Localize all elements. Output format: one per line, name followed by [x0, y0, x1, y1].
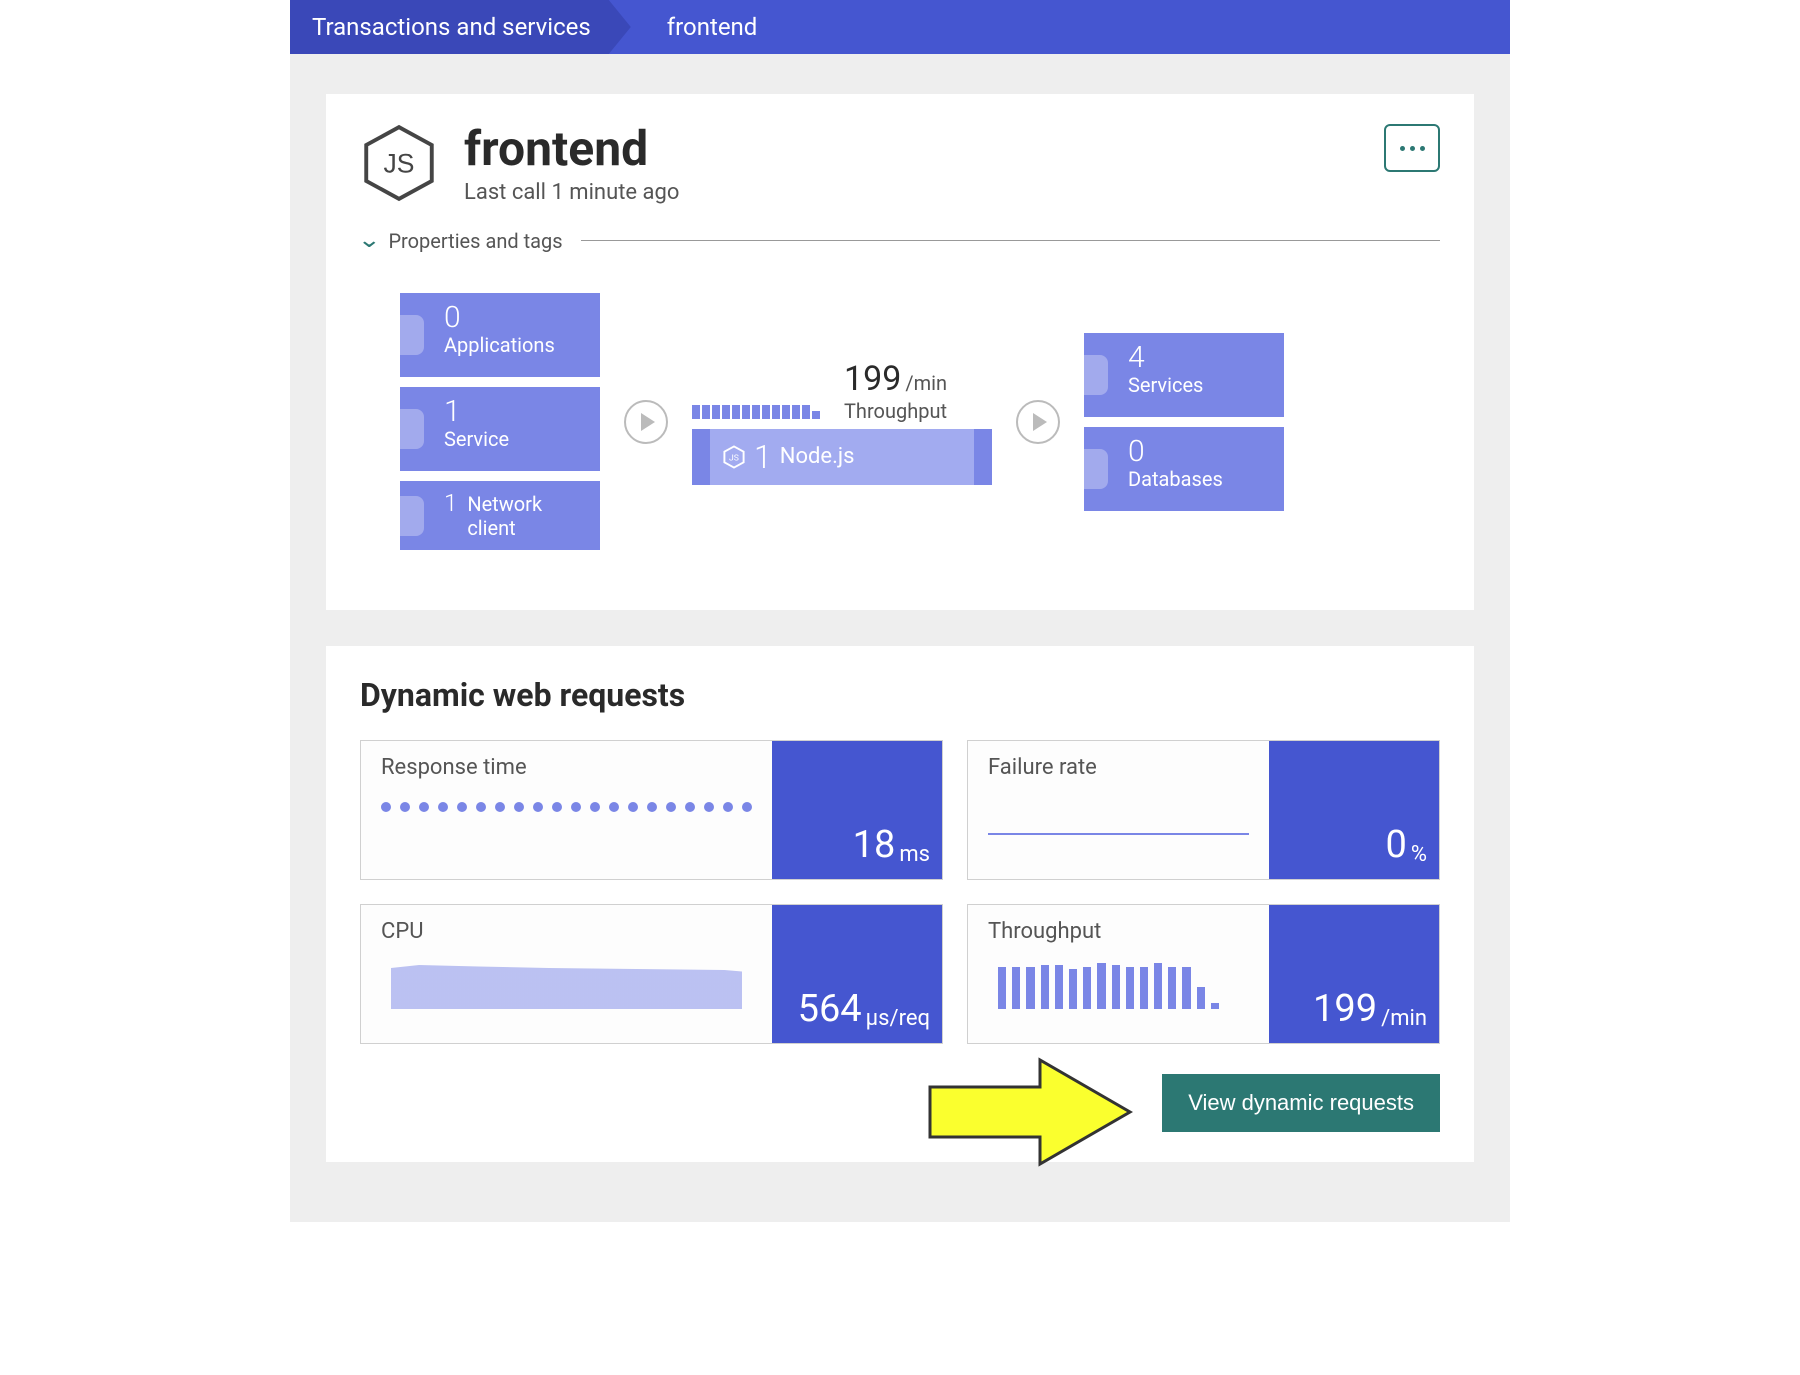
- chevron-down-icon: ⌄: [357, 228, 381, 253]
- dynamic-requests-card: Dynamic web requests Response time: [326, 646, 1474, 1162]
- response-time-chart: [381, 790, 752, 865]
- tile-databases-label: Databases: [1128, 467, 1270, 491]
- throughput-readout: 199/min Throughput: [844, 359, 947, 423]
- tile-network-label: Network client: [467, 492, 586, 540]
- nodejs-icon: JS: [722, 445, 746, 469]
- gear-icon: [1082, 355, 1108, 395]
- play-icon: [1033, 413, 1047, 431]
- node-tech: Node.js: [780, 444, 855, 469]
- metric-response-time[interactable]: Response time 18ms: [360, 740, 943, 880]
- svg-text:JS: JS: [384, 148, 415, 178]
- tile-databases[interactable]: 0 Databases: [1084, 427, 1284, 511]
- database-icon: [1082, 449, 1108, 489]
- page: JS frontend Last call 1 minute ago ⌄ Pro…: [290, 54, 1510, 1222]
- throughput-label: Throughput: [844, 399, 947, 423]
- play-right-button[interactable]: [1016, 400, 1060, 444]
- throughput-chart: [988, 954, 1249, 1029]
- node-count: 1: [754, 438, 772, 476]
- metric-label: Response time: [381, 755, 752, 780]
- tile-applications-label: Applications: [444, 333, 586, 357]
- play-left-button[interactable]: [624, 400, 668, 444]
- tile-applications[interactable]: 0 Applications: [400, 293, 600, 377]
- nodejs-icon: JS: [360, 124, 438, 206]
- breadcrumb-leaf[interactable]: frontend: [631, 0, 780, 54]
- svg-text:JS: JS: [729, 453, 739, 463]
- breadcrumb: Transactions and services frontend: [290, 0, 1510, 54]
- metric-unit: ms: [899, 842, 930, 867]
- service-header-card: JS frontend Last call 1 minute ago ⌄ Pro…: [326, 94, 1474, 610]
- cpu-chart: [381, 954, 752, 1029]
- annotation-arrow-icon: [920, 1052, 1140, 1172]
- throughput-sparkline: [692, 389, 820, 419]
- metric-unit: µs/req: [866, 1006, 930, 1031]
- metric-label: Failure rate: [988, 755, 1249, 780]
- properties-label: Properties and tags: [388, 229, 562, 253]
- properties-toggle[interactable]: ⌄ Properties and tags: [360, 228, 1440, 253]
- more-menu-button[interactable]: [1384, 124, 1440, 172]
- app-root: Transactions and services frontend JS fr…: [290, 0, 1510, 1222]
- throughput-value: 199: [844, 359, 901, 399]
- ellipsis-icon: [1400, 146, 1405, 151]
- tile-service[interactable]: 1 Service: [400, 387, 600, 471]
- tile-databases-value: 0: [1128, 437, 1270, 467]
- breadcrumb-root[interactable]: Transactions and services: [290, 0, 631, 54]
- throughput-unit: /min: [905, 371, 947, 395]
- tile-service-label: Service: [444, 427, 586, 451]
- tile-applications-value: 0: [444, 303, 586, 333]
- play-icon: [641, 413, 655, 431]
- service-flow: 0 Applications 1 Service: [360, 293, 1440, 580]
- failure-rate-chart: [988, 790, 1249, 865]
- tile-network-client[interactable]: 1 Network client: [400, 481, 600, 550]
- metric-unit: /min: [1381, 1006, 1427, 1031]
- metric-unit: %: [1411, 842, 1427, 867]
- divider: [581, 240, 1440, 241]
- metric-label: Throughput: [988, 919, 1249, 944]
- tile-services[interactable]: 4 Services: [1084, 333, 1284, 417]
- section-title: Dynamic web requests: [360, 676, 1440, 714]
- node-chip[interactable]: JS 1 Node.js: [692, 429, 992, 485]
- metric-throughput[interactable]: Throughput 199/min: [967, 904, 1440, 1044]
- metric-failure-rate[interactable]: Failure rate 0%: [967, 740, 1440, 880]
- metric-label: CPU: [381, 919, 752, 944]
- metric-value: 18: [853, 823, 896, 867]
- page-title: frontend: [464, 124, 679, 174]
- apps-icon: [398, 315, 424, 355]
- network-icon: [398, 496, 424, 536]
- metric-value: 564: [798, 987, 862, 1031]
- metric-cpu[interactable]: CPU 564µs/req: [360, 904, 943, 1044]
- metric-value: 0: [1386, 823, 1407, 867]
- gear-icon: [398, 409, 424, 449]
- metric-value: 199: [1313, 987, 1377, 1031]
- breadcrumb-leaf-label: frontend: [667, 13, 758, 41]
- tile-network-value: 1: [444, 491, 457, 515]
- last-call-text: Last call 1 minute ago: [464, 180, 679, 205]
- tile-service-value: 1: [444, 397, 586, 427]
- tile-services-value: 4: [1128, 343, 1270, 373]
- tile-services-label: Services: [1128, 373, 1270, 397]
- breadcrumb-root-label: Transactions and services: [312, 13, 591, 41]
- view-dynamic-requests-button[interactable]: View dynamic requests: [1162, 1074, 1440, 1132]
